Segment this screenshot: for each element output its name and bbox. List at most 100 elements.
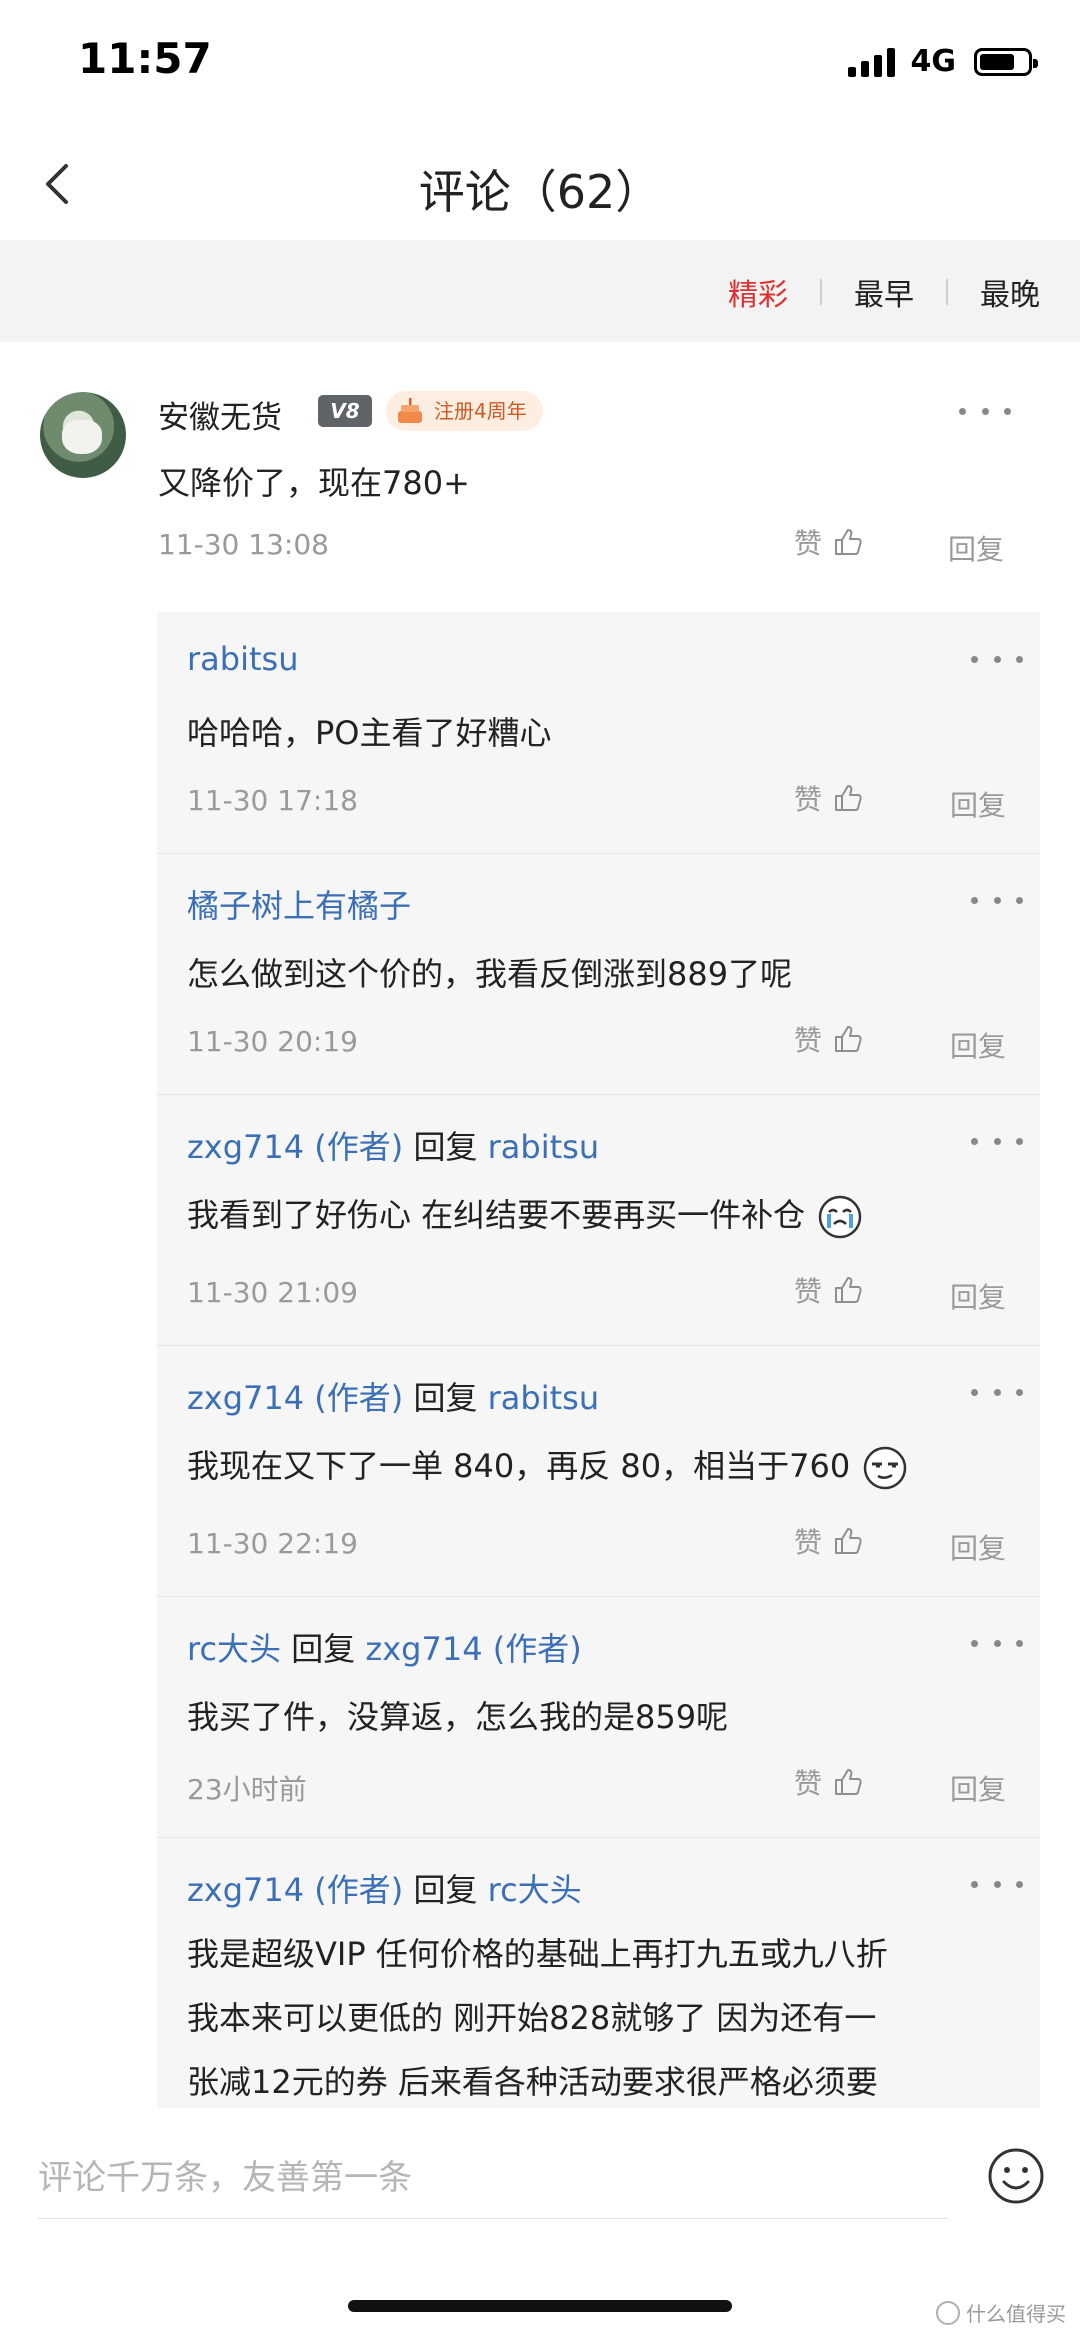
reply-item: zxg714 (作者) 回复 rabitsu 我现在又下了一单 840，再反 8…	[157, 1345, 1040, 1597]
reply-text-line: 我本来可以更低的 刚开始828就够了 因为还有一	[187, 1999, 877, 2037]
reply-button[interactable]: 回复	[950, 1025, 1006, 1065]
reply-target-username[interactable]: rc大头	[488, 1871, 582, 1909]
like-label: 赞	[794, 1526, 823, 1559]
reply-item: zxg714 (作者) 回复 rc大头 我是超级VIP 任何价格的基础上再打九五…	[157, 1837, 1040, 2112]
reply-word: 回复	[413, 1128, 478, 1166]
reply-target-username[interactable]: zxg714 (作者)	[365, 1630, 581, 1668]
reply-username[interactable]: zxg714 (作者)	[187, 1379, 403, 1417]
more-options-button[interactable]	[967, 1869, 1027, 1899]
replies-list: rabitsu 哈哈哈，PO主看了好糟心 11-30 17:18 赞 回复 橘子…	[157, 612, 1040, 2112]
crying-emoji-icon	[819, 1195, 862, 1239]
reply-word: 回复	[413, 1871, 478, 1909]
sort-tabs: 精彩 最早 最晚	[728, 270, 1040, 314]
thumbs-up-icon	[835, 1026, 862, 1052]
tab-featured[interactable]: 精彩	[728, 270, 788, 314]
comment-username[interactable]: 安徽无货	[158, 392, 282, 437]
reply-time: 23小时前	[187, 1773, 307, 1806]
reply-username[interactable]: rabitsu	[187, 640, 298, 678]
reply-item: zxg714 (作者) 回复 rabitsu 我看到了好伤心 在纠结要不要再买一…	[157, 1094, 1040, 1346]
tab-divider	[946, 279, 948, 305]
reply-time: 11-30 22:19	[187, 1527, 358, 1560]
more-options-button[interactable]	[967, 1628, 1027, 1658]
reply-button[interactable]: 回复	[950, 1276, 1006, 1316]
comment-input[interactable]	[38, 2138, 948, 2219]
like-button[interactable]: 赞	[794, 1521, 864, 1561]
tab-earliest[interactable]: 最早	[854, 270, 914, 314]
like-label: 赞	[794, 1767, 823, 1800]
more-options-button[interactable]	[967, 1377, 1027, 1407]
reply-text-line: 我看到了好伤心 在纠结要不要再买一件补仓	[187, 1190, 863, 1240]
status-bar: 11:57 4G	[0, 0, 1080, 130]
reply-text-line: 我现在又下了一单 840，再反 80，相当于760	[187, 1441, 908, 1491]
like-label: 赞	[794, 783, 823, 816]
reply-time: 11-30 21:09	[187, 1276, 358, 1309]
reply-button[interactable]: 回复	[948, 528, 1004, 568]
reply-username[interactable]: zxg714 (作者)	[187, 1871, 403, 1909]
anniversary-badge: 注册4周年	[386, 391, 543, 431]
avatar[interactable]	[40, 392, 126, 478]
network-type: 4G	[910, 44, 957, 79]
comment-time: 11-30 13:08	[158, 528, 329, 561]
comment-text: 又降价了，现在780+	[158, 464, 470, 502]
more-options-button[interactable]	[967, 1126, 1027, 1156]
reply-button[interactable]: 回复	[950, 1527, 1006, 1567]
reply-word: 回复	[291, 1630, 356, 1668]
reply-item: rabitsu 哈哈哈，PO主看了好糟心 11-30 17:18 赞 回复	[157, 612, 1040, 854]
watermark-logo-icon	[936, 2300, 960, 2325]
emoji-button[interactable]	[986, 2146, 1046, 2206]
reply-item: rc大头 回复 zxg714 (作者) 我买了件，没算返，怎么我的是859呢 2…	[157, 1596, 1040, 1838]
reply-item: 橘子树上有橘子 怎么做到这个价的，我看反倒涨到889了呢 11-30 20:19…	[157, 853, 1040, 1095]
reply-target-username[interactable]: rabitsu	[488, 1379, 599, 1417]
reply-username[interactable]: 橘子树上有橘子	[187, 887, 411, 925]
reply-text: 我买了件，没算返，怎么我的是859呢	[187, 1698, 729, 1736]
status-time: 11:57	[78, 34, 212, 83]
thumbs-up-icon	[835, 1277, 862, 1303]
reply-time: 11-30 17:18	[187, 784, 358, 817]
reply-header: zxg714 (作者) 回复 rc大头	[187, 1865, 582, 1911]
like-label: 赞	[794, 1275, 823, 1308]
more-options-button[interactable]	[955, 396, 1015, 426]
cellular-signal-icon	[847, 47, 895, 77]
level-badge: V8	[318, 395, 372, 427]
watermark: 什么值得买	[936, 2298, 1066, 2327]
reply-text-line: 张减12元的券 后来看各种活动要求很严格必须要	[187, 2063, 878, 2101]
reply-time: 11-30 20:19	[187, 1025, 358, 1058]
reply-header: rc大头 回复 zxg714 (作者)	[187, 1624, 582, 1670]
reply-button[interactable]: 回复	[950, 1768, 1006, 1808]
like-button[interactable]: 赞	[794, 1762, 864, 1802]
page-title: 评论（62）	[418, 165, 662, 219]
thumbs-up-icon	[835, 1769, 862, 1795]
top-nav-bar: 评论（62）	[0, 130, 1080, 240]
watermark-text: 什么值得买	[966, 2302, 1066, 2326]
more-options-button[interactable]	[967, 644, 1027, 674]
home-indicator	[348, 2300, 732, 2312]
tab-divider	[820, 279, 822, 305]
smirk-emoji-icon	[864, 1446, 907, 1490]
reply-header: rabitsu	[187, 640, 298, 678]
reply-text-line: 我是超级VIP 任何价格的基础上再打九五或九八折	[187, 1935, 888, 1973]
reply-text: 哈哈哈，PO主看了好糟心	[187, 714, 552, 752]
like-button[interactable]: 赞	[794, 522, 864, 562]
status-indicators: 4G	[847, 44, 1038, 79]
reply-header: zxg714 (作者) 回复 rabitsu	[187, 1122, 599, 1168]
reply-target-username[interactable]: rabitsu	[488, 1128, 599, 1166]
reply-username[interactable]: zxg714 (作者)	[187, 1128, 403, 1166]
thumbs-up-icon	[835, 785, 862, 811]
reply-text: 我现在又下了一单 840，再反 80，相当于760	[187, 1447, 851, 1485]
reply-text: 我看到了好伤心 在纠结要不要再买一件补仓	[187, 1196, 806, 1234]
battery-icon	[974, 47, 1038, 76]
more-options-button[interactable]	[967, 885, 1027, 915]
cake-icon	[398, 398, 422, 423]
reply-button[interactable]: 回复	[950, 784, 1006, 824]
tab-latest[interactable]: 最晚	[980, 270, 1040, 314]
reply-word: 回复	[413, 1379, 478, 1417]
reply-header: 橘子树上有橘子	[187, 881, 411, 927]
reply-username[interactable]: rc大头	[187, 1630, 281, 1668]
thumbs-up-icon	[835, 529, 862, 555]
like-button[interactable]: 赞	[794, 1019, 864, 1059]
like-button[interactable]: 赞	[794, 1270, 864, 1310]
like-button[interactable]: 赞	[794, 778, 864, 818]
like-label: 赞	[794, 527, 823, 560]
reply-header: zxg714 (作者) 回复 rabitsu	[187, 1373, 599, 1419]
anniversary-label: 注册4周年	[434, 399, 527, 423]
